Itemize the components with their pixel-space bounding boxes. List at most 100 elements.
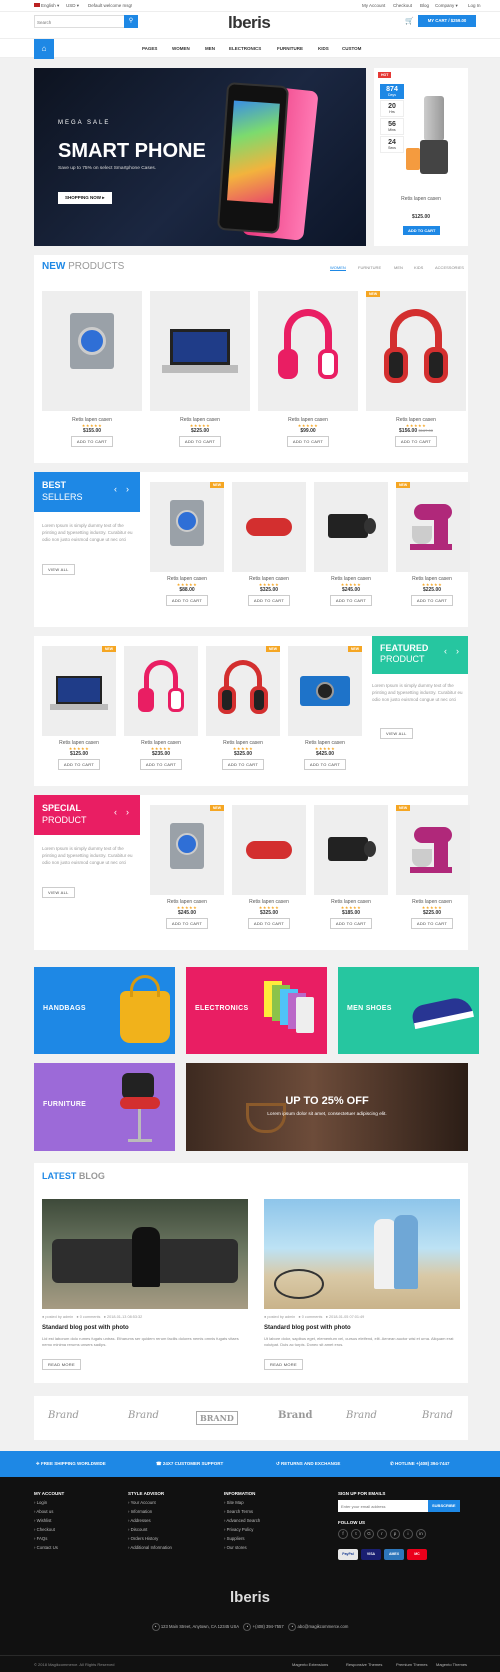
product-image-camcorder[interactable] [314,805,388,895]
product-image-mixer[interactable]: NEW [396,805,470,895]
tab-accessories[interactable]: ACCESSORIES [435,265,464,270]
next-arrow-icon[interactable]: › [126,484,129,494]
add-to-cart-button[interactable]: ADD TO CART [221,759,265,770]
product-image-washer[interactable]: NEW [150,482,224,572]
top-link-company[interactable]: Company ▾ [435,3,458,9]
product-image-speaker[interactable] [232,482,306,572]
cart-button[interactable]: MY CART / $259.00 [418,15,476,27]
footer-link[interactable]: › Advanced Search [224,1518,314,1523]
next-arrow-icon[interactable]: › [126,807,129,817]
next-arrow-icon[interactable]: › [456,646,459,656]
top-link-login[interactable]: Log In [468,3,481,8]
prev-arrow-icon[interactable]: ‹ [114,484,117,494]
footer-link[interactable]: › Checkout [34,1527,114,1532]
top-link-checkout[interactable]: Checkout [393,3,412,8]
linkedin-icon[interactable]: in [416,1529,426,1539]
add-to-cart-button[interactable]: ADD TO CART [247,595,291,606]
footer-bottom-link[interactable]: Magento Extensions [292,1662,328,1667]
brand-logo[interactable]: Brand [278,1410,312,1421]
add-to-cart-button[interactable]: ADD TO CART [410,595,454,606]
add-to-cart-button[interactable]: ADD TO CART [57,759,101,770]
rss-icon[interactable]: r [377,1529,387,1539]
view-all-button[interactable]: VIEW ALL [380,728,413,739]
add-to-cart-button[interactable]: ADD TO CART [139,759,183,770]
footer-link[interactable]: › Addresses [128,1518,218,1523]
add-to-cart-button[interactable]: ADD TO CART [247,918,291,929]
footer-link[interactable]: › Our stores [224,1545,314,1550]
currency-select[interactable]: USD ▾ [66,3,79,9]
tab-women[interactable]: WOMEN [330,265,346,271]
footer-link[interactable]: › Suppliers [224,1536,314,1541]
tab-kids[interactable]: KIDS [414,265,423,270]
blog-post-title[interactable]: Standard blog post with photo [42,1325,129,1331]
nav-men[interactable]: MEN [205,46,215,51]
sale-banner[interactable]: UP TO 25% OFF Lorem ipsum dolor sit amet… [186,1063,468,1151]
prev-arrow-icon[interactable]: ‹ [444,646,447,656]
read-more-button[interactable]: READ MORE [264,1359,303,1370]
prev-arrow-icon[interactable]: ‹ [114,807,117,817]
footer-bottom-link[interactable]: Responsive Themes [346,1662,382,1667]
add-to-cart-button[interactable]: ADD TO CART [165,918,209,929]
product-image-washer[interactable] [42,291,142,411]
hero-banner[interactable]: MEGA SALE SMART PHONE Save up to 75% on … [34,68,366,246]
view-all-button[interactable]: VIEW ALL [42,564,75,575]
add-to-cart-button[interactable]: ADD TO CART [394,436,438,447]
deal-product-name[interactable]: Retis lapen casen [374,196,468,202]
category-handbags[interactable]: HANDBAGS [34,967,175,1054]
brand-logo[interactable]: Brand [346,1410,377,1421]
product-image-speaker[interactable] [232,805,306,895]
product-image-laptop[interactable] [150,291,250,411]
brand-logo[interactable]: BRAND [196,1411,238,1425]
footer-link[interactable]: › Discount [128,1527,218,1532]
product-image-washer[interactable]: NEW [150,805,224,895]
product-image-red-headphones[interactable]: NEW [206,646,280,736]
footer-link[interactable]: › Search Terms [224,1509,314,1514]
nav-custom[interactable]: CUSTOM [342,46,361,51]
footer-link[interactable]: › Site Map [224,1500,314,1505]
google-plus-icon[interactable]: G [364,1529,374,1539]
add-to-cart-button[interactable]: ADD TO CART [329,918,373,929]
add-to-cart-button[interactable]: ADD TO CART [329,595,373,606]
nav-electronics[interactable]: ELECTRONICS [229,46,261,51]
product-image-camera[interactable]: NEW [288,646,362,736]
footer-link[interactable]: › FAQs [34,1536,114,1541]
product-image-pink-headphones[interactable] [258,291,358,411]
product-image-laptop[interactable]: NEW [42,646,116,736]
blog-image-2[interactable] [264,1199,460,1309]
footer-link[interactable]: › Privacy Policy [224,1527,314,1532]
footer-link[interactable]: › Additional Information [128,1545,218,1550]
instagram-icon[interactable]: i [403,1529,413,1539]
nav-furniture[interactable]: FURNITURE [277,46,303,51]
product-image-red-headphones[interactable]: NEW [366,291,466,411]
add-to-cart-button[interactable]: ADD TO CART [70,436,114,447]
product-image-camcorder[interactable] [314,482,388,572]
add-to-cart-button[interactable]: ADD TO CART [286,436,330,447]
category-furniture[interactable]: FURNITURE [34,1063,175,1151]
footer-link[interactable]: › Login [34,1500,114,1505]
pinterest-icon[interactable]: p [390,1529,400,1539]
add-to-cart-button[interactable]: ADD TO CART [165,595,209,606]
email-field[interactable] [338,1500,428,1512]
nav-kids[interactable]: KIDS [318,46,329,51]
add-to-cart-button[interactable]: ADD TO CART [410,918,454,929]
category-electronics[interactable]: ELECTRONICS [186,967,327,1054]
blog-post-title[interactable]: Standard blog post with photo [264,1325,351,1331]
tab-men[interactable]: MEN [394,265,403,270]
cart-icon[interactable]: 🛒 [405,17,414,25]
nav-women[interactable]: WOMEN [172,46,190,51]
footer-logo[interactable]: lberis [0,1589,500,1606]
add-to-cart-button[interactable]: ADD TO CART [303,759,347,770]
subscribe-button[interactable]: SUBSCRIBE [428,1500,460,1512]
blog-image-1[interactable] [42,1199,248,1309]
home-button[interactable]: ⌂ [34,39,54,59]
brand-logo[interactable]: Brand [48,1410,79,1421]
top-link-account[interactable]: My Account [362,3,385,8]
add-to-cart-button[interactable]: ADD TO CART [178,436,222,447]
footer-bottom-link[interactable]: Magento Themes [436,1662,467,1667]
footer-link[interactable]: › Orders History [128,1536,218,1541]
view-all-button[interactable]: VIEW ALL [42,887,75,898]
deal-add-to-cart[interactable]: ADD TO CART [403,226,441,235]
footer-bottom-link[interactable]: Premium Themes [396,1662,428,1667]
product-image-mixer[interactable]: NEW [396,482,470,572]
top-link-blog[interactable]: Blog [420,3,429,8]
